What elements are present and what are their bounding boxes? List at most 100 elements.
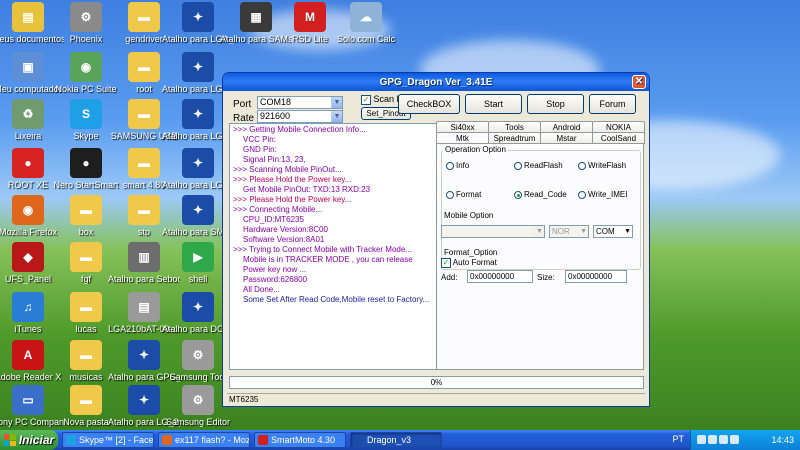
radio-write-imei[interactable]: Write_IMEI xyxy=(578,190,627,199)
folder-icon: ▬ xyxy=(128,99,160,129)
rate-select[interactable]: 921600 ▼ xyxy=(257,110,343,123)
log-line: Password:626800 xyxy=(243,275,308,284)
taskbar-button[interactable]: SmartMoto 4.30 xyxy=(254,432,346,448)
nero-icon: ● xyxy=(70,148,102,178)
system-tray: 14:43 xyxy=(690,430,800,450)
radio-readflash[interactable]: ReadFlash xyxy=(514,161,563,170)
start-label: Iniciar xyxy=(18,433,55,447)
skype-icon xyxy=(66,435,76,445)
tray-security-icon[interactable] xyxy=(719,434,728,444)
auto-format-checkbox[interactable]: ✓ Auto Format xyxy=(441,258,497,268)
chevron-down-icon[interactable]: ▼ xyxy=(533,226,544,237)
clock[interactable]: 14:43 xyxy=(771,435,794,445)
radio-icon[interactable] xyxy=(578,161,586,170)
rate-value: 921600 xyxy=(260,111,291,121)
shortcut-icon: ✦ xyxy=(182,99,214,129)
firefox-icon: ◉ xyxy=(12,195,44,225)
chevron-down-icon[interactable]: ▼ xyxy=(331,111,342,122)
radio-icon[interactable] xyxy=(446,190,454,199)
radio-info-label: Info xyxy=(456,161,470,170)
connection-value: COM xyxy=(596,227,615,236)
adobe-reader-icon: A xyxy=(12,340,44,370)
log-line: GND Pin: xyxy=(243,145,277,154)
radio-format-label: Format xyxy=(456,190,482,199)
memory-type-value: NOR xyxy=(552,227,570,236)
radio-write-imei-label: Write_IMEI xyxy=(588,190,628,199)
log-line: >>> Please Hold the Power key... xyxy=(233,175,352,184)
root-xe-icon: ● xyxy=(12,148,44,178)
log-line: >>> Trying to Connect Mobile with Tracke… xyxy=(233,245,412,254)
checkbox-checked-icon[interactable]: ✓ xyxy=(441,258,451,268)
close-button[interactable]: ✕ xyxy=(632,75,646,89)
taskbar-button[interactable]: Dragon_v3 xyxy=(350,432,442,448)
folder-icon: ▬ xyxy=(70,292,102,322)
desktop-icon-label: Solo.com Calc xyxy=(336,34,396,44)
port-select[interactable]: COM18 ▼ xyxy=(257,96,343,109)
samsung-editor-icon: ⚙ xyxy=(182,385,214,415)
radio-selected-icon[interactable] xyxy=(514,190,522,199)
skype-icon: S xyxy=(70,99,102,129)
log-line: Get Mobile PinOut: TXD:13 RXD:23 xyxy=(243,185,371,194)
radio-icon[interactable] xyxy=(578,190,586,199)
port-label: Port xyxy=(233,99,252,110)
log-line: VCC Pin: xyxy=(243,135,276,144)
start-button[interactable]: Start xyxy=(465,94,522,114)
tray-update-icon[interactable] xyxy=(730,434,739,444)
mtk-panel: Operation Option Info ReadFlash WriteFla… xyxy=(436,143,644,370)
folder-docs-icon: ▤ xyxy=(12,2,44,32)
tray-network-icon[interactable] xyxy=(697,434,706,444)
rsd-lite-icon: M xyxy=(294,2,326,32)
nokia-pc-suite-icon: ◉ xyxy=(70,52,102,82)
checkbox-button[interactable]: CheckBOX xyxy=(398,94,460,114)
log-line: Software Version:8A01 xyxy=(243,235,325,244)
shortcut-icon: ✦ xyxy=(182,195,214,225)
size-field[interactable]: 0x00000000 xyxy=(565,270,627,283)
radio-icon[interactable] xyxy=(446,161,454,170)
stop-button[interactable]: Stop xyxy=(527,94,584,114)
chevron-down-icon[interactable]: ▼ xyxy=(580,226,587,237)
checkbox-checked-icon[interactable]: ✓ xyxy=(361,94,371,105)
folder-icon: ▬ xyxy=(128,52,160,82)
shortcut-icon: ✦ xyxy=(128,385,160,415)
progress-bar: 0% xyxy=(229,376,644,389)
recycle-bin-icon: ♻ xyxy=(12,99,44,129)
radio-read-code[interactable]: Read_Code xyxy=(514,190,567,199)
desktop-icon[interactable]: ☁ Solo.com Calc xyxy=(330,2,402,44)
gpg-dragon-shortcut-icon: ✦ xyxy=(128,340,160,370)
mobile-model-select[interactable]: ▼ xyxy=(441,225,545,238)
forum-button[interactable]: Forum xyxy=(589,94,636,114)
sony-pc-companion-icon: ▭ xyxy=(12,385,44,415)
taskbar-button-label: ex117 flash? - Mozilla... xyxy=(175,435,250,445)
gpg-dragon-window: GPG_Dragon Ver_3.41E ✕ Port COM18 ▼ Rate… xyxy=(222,72,650,407)
port-value: COM18 xyxy=(260,97,292,107)
radio-info[interactable]: Info xyxy=(446,161,469,170)
folder-icon: ▬ xyxy=(128,2,160,32)
window-titlebar[interactable]: GPG_Dragon Ver_3.41E ✕ xyxy=(223,73,649,91)
calc-icon: ☁ xyxy=(350,2,382,32)
add-field[interactable]: 0x00000000 xyxy=(467,270,533,283)
taskbar-button[interactable]: Skype™ [2] - Facebo... xyxy=(62,432,154,448)
phoenix-icon: ⚙ xyxy=(70,2,102,32)
dragon-icon xyxy=(354,435,364,445)
folder-icon: ▬ xyxy=(70,340,102,370)
language-indicator[interactable]: PT xyxy=(672,434,684,444)
taskbar-button[interactable]: ex117 flash? - Mozilla... xyxy=(158,432,250,448)
chevron-down-icon[interactable]: ▼ xyxy=(624,226,631,237)
shortcut-icon: ✦ xyxy=(182,292,214,322)
memory-type-select[interactable]: NOR ▼ xyxy=(549,225,589,238)
chevron-down-icon[interactable]: ▼ xyxy=(331,97,342,108)
folder-icon: ▬ xyxy=(70,242,102,272)
shortcut-icon: ▦ xyxy=(240,2,272,32)
auto-format-label: Auto Format xyxy=(452,258,497,268)
radio-icon[interactable] xyxy=(514,161,522,170)
log-panel[interactable]: >>> Getting Mobile Connection Info... VCC… xyxy=(229,123,439,370)
tray-volume-icon[interactable] xyxy=(708,434,717,444)
my-computer-icon: ▣ xyxy=(12,52,44,82)
radio-writeflash-label: WriteFlash xyxy=(588,161,627,170)
connection-select[interactable]: COM ▼ xyxy=(593,225,633,238)
log-line: CPU_ID:MT6235 xyxy=(243,215,304,224)
radio-writeflash[interactable]: WriteFlash xyxy=(578,161,626,170)
add-label: Add: xyxy=(441,273,458,282)
start-menu-button[interactable]: Iniciar xyxy=(0,430,58,450)
radio-format[interactable]: Format xyxy=(446,190,481,199)
